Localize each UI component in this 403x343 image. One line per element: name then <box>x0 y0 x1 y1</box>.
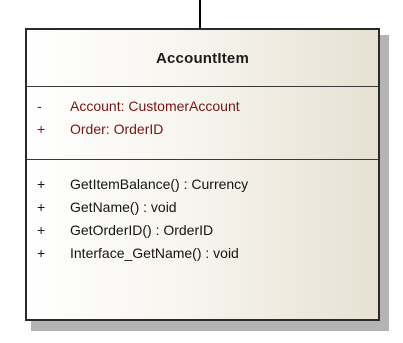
attribute-signature: Order: OrderID <box>70 121 164 137</box>
operation-signature: GetOrderID() : OrderID <box>70 222 214 238</box>
attribute-signature: Account: CustomerAccount <box>70 98 240 114</box>
operation-row-getname[interactable]: + GetName() : void <box>27 196 378 219</box>
operation-signature: GetName() : void <box>70 199 177 215</box>
visibility-private-marker: - <box>37 98 42 114</box>
operations-compartment: + GetItemBalance() : Currency + GetName(… <box>27 160 378 265</box>
visibility-public-marker: + <box>37 121 46 137</box>
operation-row-getitembalance[interactable]: + GetItemBalance() : Currency <box>27 173 378 196</box>
uml-class-accountitem[interactable]: AccountItem - Account: CustomerAccount +… <box>25 28 380 321</box>
diagram-canvas: AccountItem - Account: CustomerAccount +… <box>0 0 403 343</box>
attribute-row-account[interactable]: - Account: CustomerAccount <box>27 95 378 118</box>
attribute-row-order[interactable]: + Order: OrderID <box>27 118 378 141</box>
class-name-compartment: AccountItem <box>27 30 378 87</box>
operation-signature: Interface_GetName() : void <box>70 245 239 261</box>
operation-row-interface-getname[interactable]: + Interface_GetName() : void <box>27 242 378 265</box>
class-name: AccountItem <box>155 49 250 67</box>
operation-signature: GetItemBalance() : Currency <box>70 176 249 192</box>
attributes-compartment: - Account: CustomerAccount + Order: Orde… <box>27 87 378 160</box>
visibility-public-marker: + <box>37 222 46 238</box>
visibility-public-marker: + <box>37 199 46 215</box>
visibility-public-marker: + <box>37 176 46 192</box>
visibility-public-marker: + <box>37 245 46 261</box>
association-line <box>199 0 201 29</box>
operation-row-getorderid[interactable]: + GetOrderID() : OrderID <box>27 219 378 242</box>
